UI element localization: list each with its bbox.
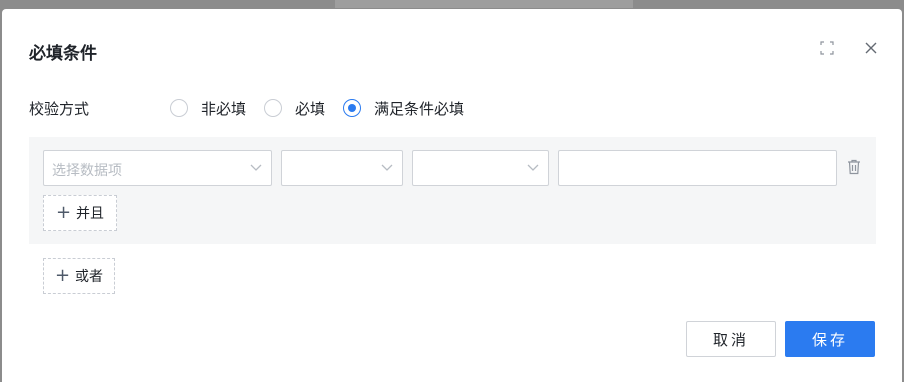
save-button[interactable]: 保存 xyxy=(785,321,875,357)
or-label: 或者 xyxy=(75,269,104,285)
value-type-select[interactable] xyxy=(412,150,549,186)
trash-icon[interactable] xyxy=(847,159,861,175)
operator-select[interactable] xyxy=(281,150,403,186)
data-item-select[interactable]: 选择数据项 xyxy=(43,150,272,186)
radio-button-checked[interactable] xyxy=(343,99,362,117)
backdrop xyxy=(335,0,633,8)
chevron-down-icon xyxy=(381,164,393,171)
radio-button[interactable] xyxy=(264,99,283,117)
cancel-button[interactable]: 取消 xyxy=(686,321,776,357)
radio-label: 满足条件必填 xyxy=(374,99,465,118)
fullscreen-icon[interactable] xyxy=(819,40,835,56)
radio-label: 必填 xyxy=(295,99,326,118)
validation-mode-label: 校验方式 xyxy=(29,99,90,118)
plus-icon: + xyxy=(54,265,71,286)
chevron-down-icon xyxy=(250,164,262,171)
radio-option-not-required[interactable]: 非必填 xyxy=(170,98,246,119)
data-item-placeholder: 选择数据项 xyxy=(52,163,122,179)
condition-value-input[interactable] xyxy=(558,150,837,186)
radio-label: 非必填 xyxy=(201,99,247,118)
chevron-down-icon xyxy=(527,164,539,171)
add-and-condition-button[interactable]: + 并且 xyxy=(43,195,117,231)
validation-mode-row: 校验方式 非必填 必填 满足条件必填 xyxy=(29,97,482,119)
condition-group: 选择数据项 + 并且 xyxy=(29,137,876,244)
radio-button[interactable] xyxy=(170,99,188,117)
close-icon[interactable] xyxy=(863,40,879,56)
and-label: 并且 xyxy=(76,206,105,222)
radio-option-required[interactable]: 必填 xyxy=(264,98,325,119)
add-or-condition-button[interactable]: + 或者 xyxy=(43,258,115,294)
required-condition-dialog: 必填条件 校验方式 非必填 必填 满足条件必填 选择数据项 + 并且 + 或者 … xyxy=(2,9,902,382)
plus-icon: + xyxy=(55,202,72,223)
dialog-title: 必填条件 xyxy=(29,44,97,64)
radio-option-conditional-required[interactable]: 满足条件必填 xyxy=(343,98,464,119)
